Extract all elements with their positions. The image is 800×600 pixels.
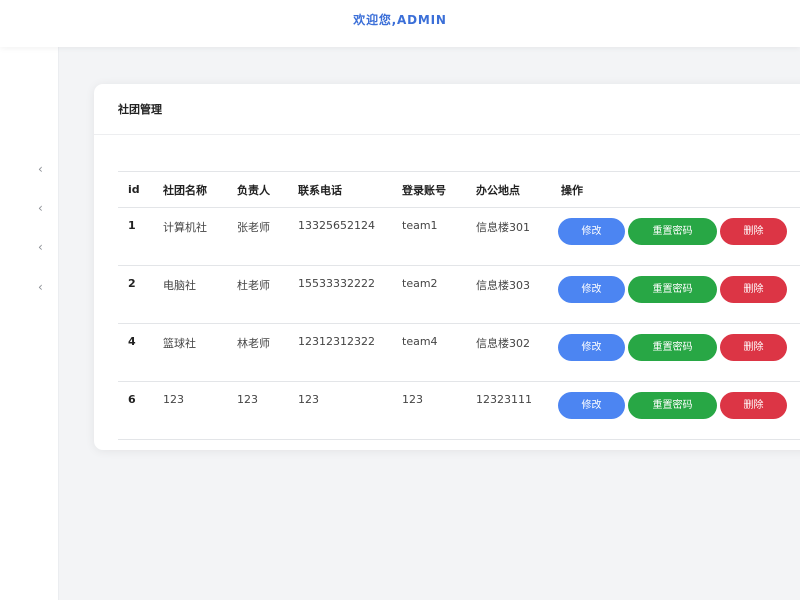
cell-leader: 张老师 [227,207,288,266]
cell-actions: 修改 重置密码 删除 [551,323,800,382]
table-row: 4 篮球社 林老师 12312312322 team4 信息楼302 修改 重置密… [118,323,800,382]
cell-leader: 杜老师 [227,265,288,324]
cell-id: 6 [118,381,153,440]
delete-button[interactable]: 删除 [720,392,787,419]
cell-actions: 修改 重置密码 删除 [551,265,800,324]
cell-phone: 15533332222 [288,265,392,324]
cell-club-name: 电脑社 [153,265,227,324]
reset-password-button[interactable]: 重置密码 [628,276,717,303]
delete-button[interactable]: 删除 [720,334,787,361]
cell-location: 信息楼302 [466,323,551,382]
reset-password-button[interactable]: 重置密码 [628,334,717,361]
edit-button[interactable]: 修改 [558,334,625,361]
card-title: 社团管理 [118,103,162,116]
cell-leader: 123 [227,381,288,440]
club-table: id 社团名称 负责人 联系电话 登录账号 办公地点 操作 1 计算机社 张老师… [118,171,800,440]
chevron-left-icon[interactable]: ‹ [38,163,43,175]
chevron-left-icon[interactable]: ‹ [38,281,43,293]
cell-id: 4 [118,323,153,382]
cell-club-name: 123 [153,381,227,440]
edit-button[interactable]: 修改 [558,218,625,245]
column-header-location: 办公地点 [466,171,551,208]
chevron-left-icon[interactable]: ‹ [38,202,43,214]
cell-account: team1 [392,207,466,266]
table-row: 1 计算机社 张老师 13325652124 team1 信息楼301 修改 重置… [118,207,800,266]
cell-account: team4 [392,323,466,382]
cell-phone: 13325652124 [288,207,392,266]
cell-id: 2 [118,265,153,324]
cell-id: 1 [118,207,153,266]
cell-leader: 林老师 [227,323,288,382]
delete-button[interactable]: 删除 [720,276,787,303]
column-header-id: id [118,171,153,208]
cell-phone: 12312312322 [288,323,392,382]
column-header-phone: 联系电话 [288,171,392,208]
cell-account: 123 [392,381,466,440]
top-bar: 欢迎您,ADMIN [0,0,800,47]
cell-club-name: 篮球社 [153,323,227,382]
reset-password-button[interactable]: 重置密码 [628,392,717,419]
column-header-club-name: 社团名称 [153,171,227,208]
table-header-row: id 社团名称 负责人 联系电话 登录账号 办公地点 操作 [118,171,800,208]
cell-location: 12323111 [466,381,551,440]
cell-account: team2 [392,265,466,324]
cell-club-name: 计算机社 [153,207,227,266]
column-header-leader: 负责人 [227,171,288,208]
cell-location: 信息楼301 [466,207,551,266]
cell-phone: 123 [288,381,392,440]
table-row: 2 电脑社 杜老师 15533332222 team2 信息楼303 修改 重置密… [118,265,800,324]
cell-actions: 修改 重置密码 删除 [551,381,800,440]
delete-button[interactable]: 删除 [720,218,787,245]
sidebar: ‹ ‹ ‹ ‹ [0,47,59,600]
cell-actions: 修改 重置密码 删除 [551,207,800,266]
club-management-card: 社团管理 id 社团名称 负责人 联系电话 登录账号 办公地点 操作 1 计算机… [94,84,800,450]
cell-location: 信息楼303 [466,265,551,324]
edit-button[interactable]: 修改 [558,276,625,303]
chevron-left-icon[interactable]: ‹ [38,241,43,253]
welcome-text: 欢迎您,ADMIN [353,13,447,27]
card-header: 社团管理 [94,84,800,135]
table-row: 6 123 123 123 123 12323111 修改 重置密码 删除 [118,381,800,440]
column-header-actions: 操作 [551,171,800,208]
column-header-account: 登录账号 [392,171,466,208]
edit-button[interactable]: 修改 [558,392,625,419]
reset-password-button[interactable]: 重置密码 [628,218,717,245]
